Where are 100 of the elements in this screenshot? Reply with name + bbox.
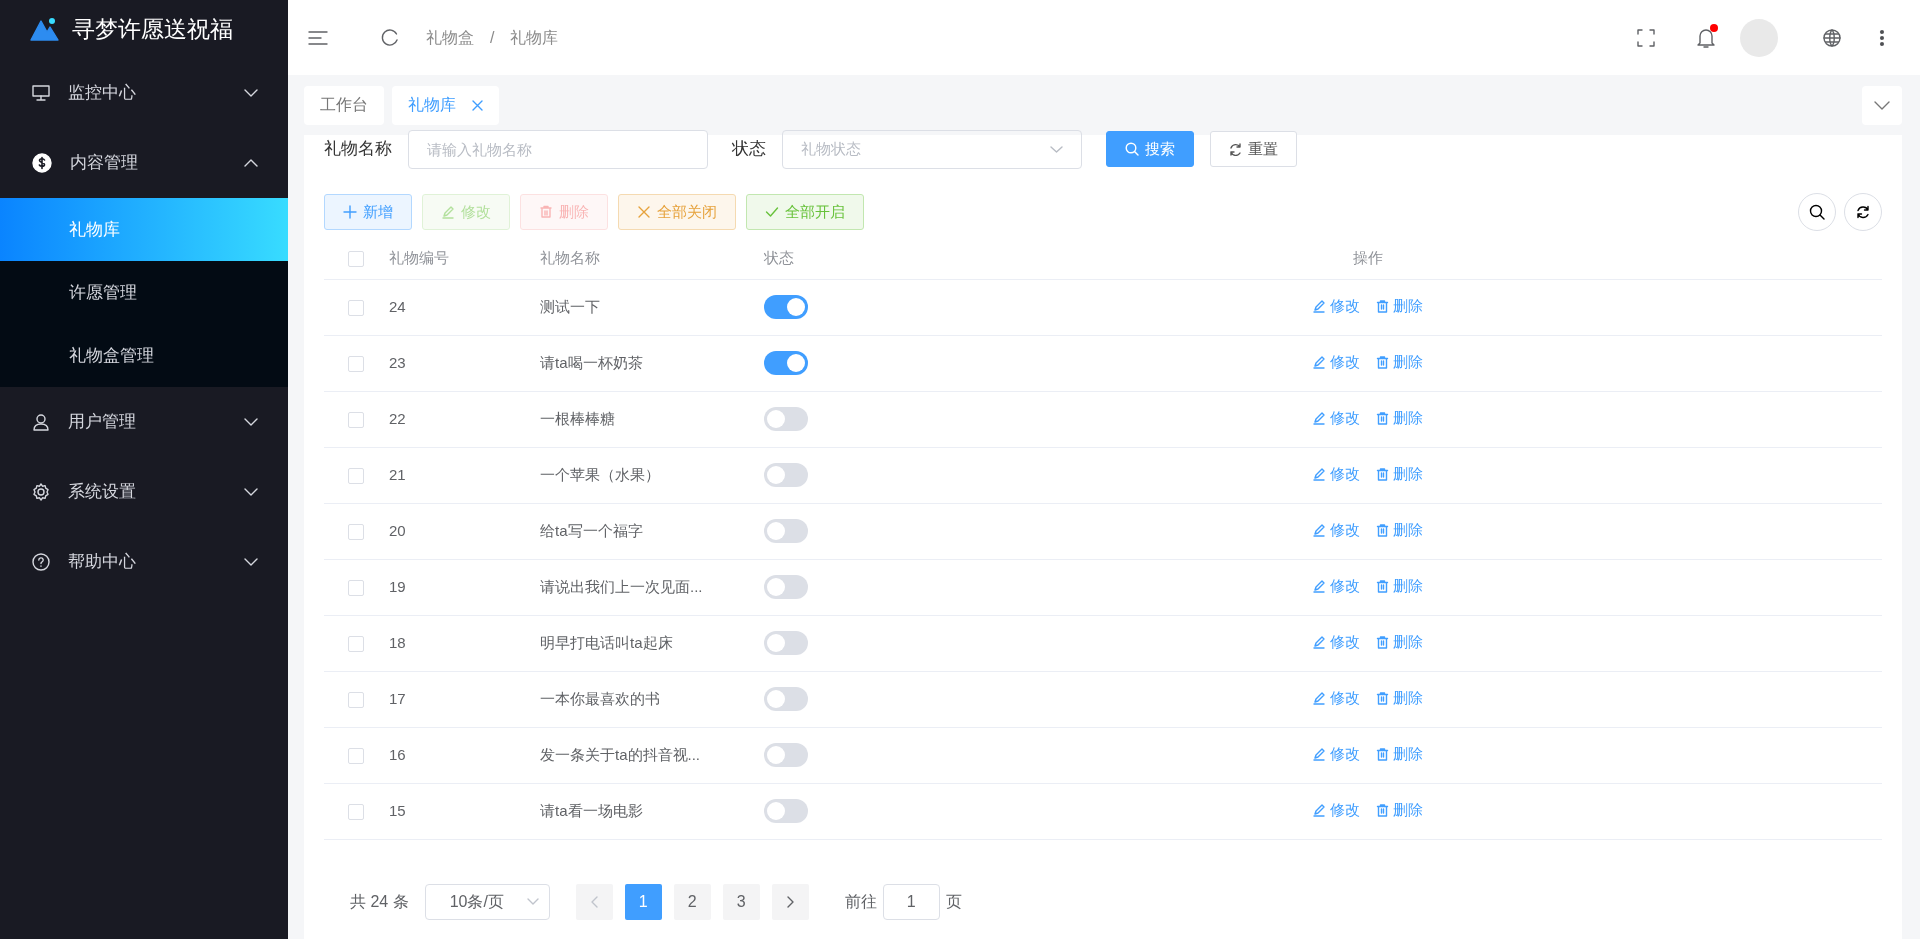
trash-icon bbox=[1376, 691, 1389, 705]
help-circle-icon bbox=[32, 553, 50, 571]
edit-link[interactable]: 修改 bbox=[1313, 574, 1360, 598]
breadcrumb-item[interactable]: 礼物盒 bbox=[426, 25, 474, 50]
previous-page-button[interactable] bbox=[575, 883, 613, 920]
sidebar-submenu-item[interactable]: 许愿管理 bbox=[0, 261, 288, 324]
sidebar-menu-item[interactable]: 系统设置 bbox=[0, 457, 288, 527]
delete-link[interactable]: 删除 bbox=[1376, 350, 1423, 374]
pencil-icon bbox=[1313, 691, 1326, 705]
page-number-button[interactable]: 2 bbox=[673, 883, 711, 920]
row-checkbox[interactable] bbox=[348, 523, 364, 540]
table-cell: 一根棒棒糖 bbox=[540, 409, 615, 427]
column-header: 状态 bbox=[764, 248, 794, 266]
delete-link[interactable]: 删除 bbox=[1376, 686, 1423, 710]
open-button[interactable]: 全部开启 bbox=[746, 194, 864, 230]
delete-link[interactable]: 删除 bbox=[1376, 406, 1423, 430]
pencil-icon bbox=[441, 205, 455, 219]
page-number-button[interactable]: 1 bbox=[624, 883, 662, 920]
edit-link[interactable]: 修改 bbox=[1313, 686, 1360, 710]
gear-icon bbox=[32, 483, 50, 501]
column-header: 操作 bbox=[1353, 248, 1383, 266]
delete-link[interactable]: 删除 bbox=[1376, 798, 1423, 822]
edit-link[interactable]: 修改 bbox=[1313, 630, 1360, 654]
dollar-coin-icon bbox=[32, 153, 52, 173]
page-tab[interactable]: 工作台 bbox=[304, 85, 384, 125]
delete-link[interactable]: 删除 bbox=[1376, 294, 1423, 318]
chevron-up-icon bbox=[244, 159, 258, 167]
trash-icon bbox=[1376, 635, 1389, 649]
row-checkbox[interactable] bbox=[348, 747, 364, 764]
row-checkbox[interactable] bbox=[348, 355, 364, 372]
row-checkbox[interactable] bbox=[348, 579, 364, 596]
delete-link[interactable]: 删除 bbox=[1376, 630, 1423, 654]
page-number-button[interactable]: 3 bbox=[722, 883, 760, 920]
status-toggle-switch[interactable] bbox=[764, 631, 808, 655]
edit-link[interactable]: 修改 bbox=[1313, 518, 1360, 542]
column-header: 礼物编号 bbox=[389, 248, 449, 266]
edit-link[interactable]: 修改 bbox=[1313, 742, 1360, 766]
row-checkbox[interactable] bbox=[348, 691, 364, 708]
status-toggle-switch[interactable] bbox=[764, 463, 808, 487]
sidebar-menu-item[interactable]: 帮助中心 bbox=[0, 527, 288, 597]
chevron-down-icon bbox=[244, 89, 258, 97]
page-tab[interactable]: 礼物库 bbox=[392, 85, 499, 125]
sidebar-submenu-item[interactable]: 礼物库 bbox=[0, 198, 288, 261]
edit-link[interactable]: 修改 bbox=[1313, 406, 1360, 430]
page-size-select[interactable]: 10条/页 bbox=[424, 883, 550, 920]
pencil-icon bbox=[1313, 579, 1326, 593]
edit-link[interactable]: 修改 bbox=[1313, 462, 1360, 486]
close-button[interactable]: 全部关闭 bbox=[618, 194, 736, 230]
name-input-field[interactable]: 请输入礼物名称 bbox=[408, 129, 708, 169]
goto-suffix: 页 bbox=[945, 891, 962, 912]
chevron-left-icon bbox=[590, 895, 598, 908]
total-count: 共 24 条 bbox=[350, 891, 409, 912]
row-checkbox[interactable] bbox=[348, 803, 364, 820]
status-toggle-switch[interactable] bbox=[764, 799, 808, 823]
fullscreen-icon[interactable] bbox=[1636, 27, 1656, 48]
globe-icon[interactable] bbox=[1822, 27, 1842, 48]
delete-link[interactable]: 删除 bbox=[1376, 518, 1423, 542]
next-page-button[interactable] bbox=[771, 883, 809, 920]
sidebar-submenu-item[interactable]: 礼物盒管理 bbox=[0, 324, 288, 387]
reset-button[interactable]: 重置 bbox=[1210, 131, 1297, 167]
status-toggle-switch[interactable] bbox=[764, 575, 808, 599]
delete-link[interactable]: 删除 bbox=[1376, 742, 1423, 766]
trash-icon bbox=[1376, 579, 1389, 593]
row-checkbox[interactable] bbox=[348, 411, 364, 428]
status-toggle-switch[interactable] bbox=[764, 351, 808, 375]
sidebar-menu-item[interactable]: 监控中心 bbox=[0, 58, 288, 128]
row-checkbox[interactable] bbox=[348, 467, 364, 484]
edit-link[interactable]: 修改 bbox=[1313, 798, 1360, 822]
refresh-button[interactable] bbox=[1844, 193, 1882, 231]
edit-link[interactable]: 修改 bbox=[1313, 350, 1360, 374]
select-all-checkbox[interactable] bbox=[348, 250, 364, 267]
more-vertical-icon[interactable] bbox=[1879, 28, 1885, 47]
delete-link[interactable]: 删除 bbox=[1376, 574, 1423, 598]
mountain-logo-icon bbox=[30, 17, 60, 41]
pencil-icon bbox=[1313, 411, 1326, 425]
status-toggle-switch[interactable] bbox=[764, 295, 808, 319]
row-checkbox[interactable] bbox=[348, 635, 364, 652]
notification-bell-icon[interactable] bbox=[1696, 26, 1716, 49]
sidebar-menu-item[interactable]: 用户管理 bbox=[0, 387, 288, 457]
status-toggle-switch[interactable] bbox=[764, 407, 808, 431]
status-toggle-switch[interactable] bbox=[764, 519, 808, 543]
chevron-down-icon bbox=[244, 558, 258, 566]
chevron-down-icon bbox=[1874, 100, 1890, 110]
status-toggle-switch[interactable] bbox=[764, 743, 808, 767]
table-cell: 15 bbox=[389, 801, 406, 819]
row-checkbox[interactable] bbox=[348, 299, 364, 316]
tabs-dropdown-button[interactable] bbox=[1862, 85, 1902, 125]
delete-link[interactable]: 删除 bbox=[1376, 462, 1423, 486]
field-label: 礼物名称 bbox=[324, 138, 392, 161]
search-button[interactable]: 搜索 bbox=[1106, 131, 1194, 167]
status-toggle-switch[interactable] bbox=[764, 687, 808, 711]
add-button[interactable]: 新增 bbox=[324, 194, 412, 230]
close-icon[interactable] bbox=[472, 99, 483, 111]
status-select[interactable]: 礼物状态 bbox=[782, 129, 1082, 169]
search-toggle-button[interactable] bbox=[1798, 193, 1836, 231]
page-number-input-field[interactable]: 1 bbox=[882, 883, 940, 920]
sidebar-menu-item[interactable]: 内容管理 bbox=[0, 128, 288, 198]
pencil-icon bbox=[1313, 355, 1326, 369]
edit-link[interactable]: 修改 bbox=[1313, 294, 1360, 318]
table-cell: 20 bbox=[389, 521, 406, 539]
